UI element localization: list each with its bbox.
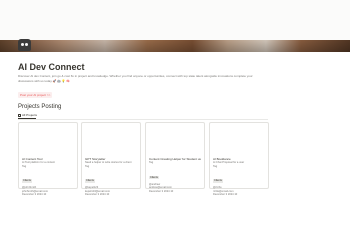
page-title: AI Dev Connect [18,62,85,72]
project-card[interactable]: GPT Storyteller Need a helper to write s… [81,122,141,196]
card-tag: Clients [22,179,32,183]
card-tag: Clients [149,175,159,179]
project-card[interactable]: Content Creating Helper for Student usin… [145,122,205,193]
gallery-icon [18,113,21,117]
card-preview [82,123,140,157]
card-line: Tag [213,164,218,168]
card-tag: Clients [213,179,223,183]
cover-shadow [0,40,350,52]
card-title: Content Creating Helper for Student usin… [149,157,201,161]
card-line: Tag [85,164,90,168]
card-preview [210,123,268,157]
project-card[interactable]: AI Booklance Ai Chat Proposal for a user… [209,122,269,196]
card-preview [19,123,77,157]
page-description: Discover AI dev Content, join go & cost … [18,74,253,83]
card-tag: Clients [85,179,95,183]
page-bottom [0,195,350,240]
card-line: Tag [149,161,154,164]
post-project-link[interactable]: Post your AI project >> [18,92,53,98]
card-line: Tag [22,164,27,168]
card-line: Need a helper to write stories for a cli… [85,161,132,164]
divider [18,119,268,120]
project-card[interactable]: AI Content Tool Ai Tool platform for a c… [18,122,78,196]
card-preview [146,123,204,157]
card-date: December 3 2024 10 [149,189,174,193]
section-title: Projects Posting [18,104,62,110]
tab-label: All Projects [22,113,38,117]
robot-icon[interactable] [18,39,31,51]
